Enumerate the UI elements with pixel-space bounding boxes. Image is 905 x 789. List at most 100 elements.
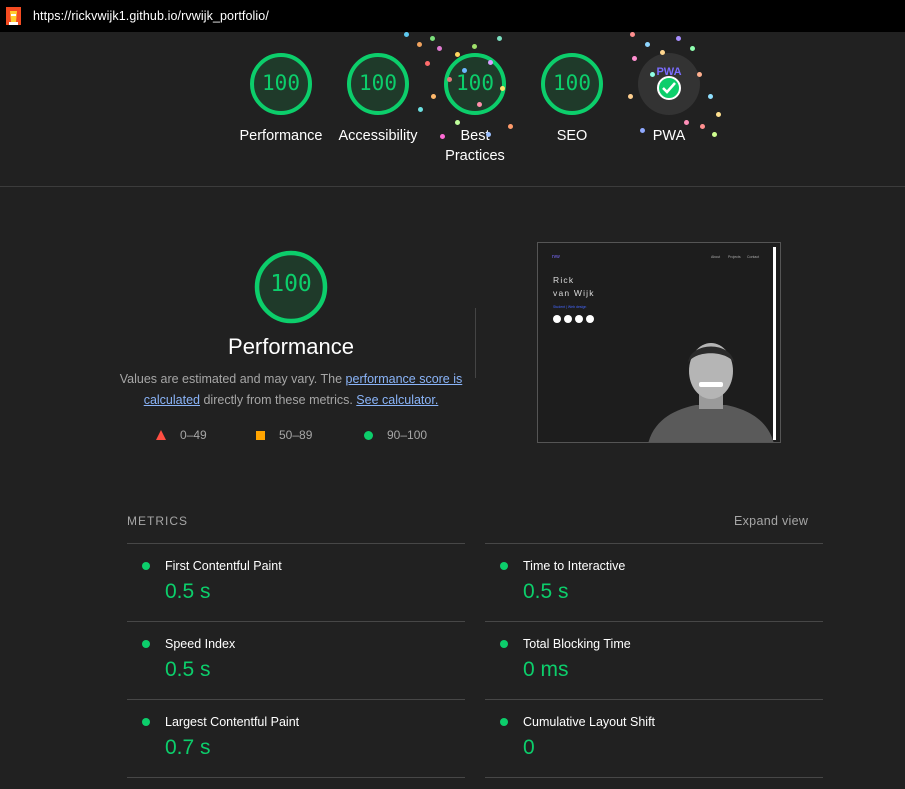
circle-icon	[364, 430, 373, 440]
confetti-dot	[500, 86, 505, 91]
pass-circle-icon	[500, 718, 508, 726]
gauge-score: 100	[456, 71, 494, 95]
confetti-dot	[488, 60, 493, 65]
desc-text: Values are estimated and may vary. The	[119, 372, 346, 386]
metric-cumulative-layout-shift: Cumulative Layout Shift 0	[485, 700, 823, 778]
metric-name: First Contentful Paint	[165, 559, 282, 573]
gauge-seo[interactable]: 100 SEO	[517, 32, 627, 146]
phone-icon	[586, 315, 594, 323]
confetti-dot	[440, 134, 445, 139]
metrics-heading: METRICS	[127, 514, 188, 528]
confetti-dot	[462, 68, 467, 73]
confetti-dot	[455, 120, 460, 125]
legend-fail: 0–49	[156, 428, 207, 442]
gauge-pwa[interactable]: PWA PWA	[614, 32, 724, 146]
legend-label: 0–49	[180, 428, 207, 442]
pass-circle-icon	[500, 640, 508, 648]
section-divider	[0, 186, 905, 187]
metric-value: 0 ms	[523, 658, 569, 681]
confetti-dot	[477, 102, 482, 107]
site-nav-item: Contact	[747, 255, 760, 259]
confetti-dot	[697, 72, 702, 77]
confetti-dot	[437, 46, 442, 51]
confetti-dot	[418, 107, 423, 112]
legend-average: 50–89	[256, 428, 312, 442]
final-screenshot[interactable]: rvw About Projects Contact Rick van Wijk…	[537, 242, 781, 443]
gauge-score: 100	[553, 71, 591, 95]
metric-name: Time to Interactive	[523, 559, 626, 573]
scrollbar	[773, 247, 776, 440]
confetti-dot	[676, 36, 681, 41]
confetti-dot	[650, 72, 655, 77]
metric-name: Cumulative Layout Shift	[523, 715, 656, 729]
confetti-dot	[417, 42, 422, 47]
linkedin-icon	[564, 315, 572, 323]
gauge-label: Accessibility	[338, 128, 418, 144]
metric-name: Largest Contentful Paint	[165, 715, 300, 729]
lighthouse-icon	[6, 7, 21, 25]
gauge-performance[interactable]: 100 Performance	[226, 32, 336, 146]
confetti-dot	[486, 132, 491, 137]
site-name: Rick van Wijk	[553, 274, 595, 300]
confetti-dot	[497, 36, 502, 41]
metric-total-blocking-time: Total Blocking Time 0 ms	[485, 622, 823, 700]
pass-circle-icon	[142, 640, 150, 648]
site-nav-item: Projects	[728, 255, 741, 259]
github-icon	[553, 315, 561, 323]
confetti-dot	[690, 46, 695, 51]
confetti-dot	[430, 36, 435, 41]
score-gauges: 100 Performance 100 Accessibility 100 Be…	[0, 32, 905, 186]
confetti-dot	[404, 32, 409, 37]
vertical-divider	[475, 308, 476, 378]
confetti-dot	[630, 32, 635, 37]
gauge-label: Best Practices	[445, 128, 505, 164]
confetti-dot	[712, 132, 717, 137]
confetti-dot	[431, 94, 436, 99]
pass-circle-icon	[142, 562, 150, 570]
url-text[interactable]: https://rickvwijk1.github.io/rvwijk_port…	[33, 9, 269, 23]
expand-view-button[interactable]: Expand view	[734, 514, 808, 528]
confetti-dot	[716, 112, 721, 117]
confetti-dot	[447, 77, 452, 82]
gauge-accessibility[interactable]: 100 Accessibility	[323, 32, 433, 146]
confetti-dot	[628, 94, 633, 99]
confetti-dot	[640, 128, 645, 133]
metric-name: Total Blocking Time	[523, 637, 631, 651]
metric-name: Speed Index	[165, 637, 236, 651]
pwa-badge-icon: PWA	[638, 53, 700, 115]
triangle-icon	[156, 430, 166, 440]
confetti-dot	[708, 94, 713, 99]
gauge-best-practices[interactable]: 100 Best Practices	[420, 32, 530, 166]
desc-text: directly from these metrics.	[200, 393, 357, 407]
url-bar: https://rickvwijk1.github.io/rvwijk_port…	[0, 0, 905, 32]
gauge-label: PWA	[652, 128, 686, 144]
legend-label: 50–89	[279, 428, 313, 442]
pass-circle-icon	[142, 718, 150, 726]
gauge-label: SEO	[556, 128, 588, 144]
site-logo: rvw	[552, 254, 560, 260]
confetti-dot	[425, 61, 430, 66]
metric-time-to-interactive: Time to Interactive 0.5 s	[485, 544, 823, 622]
mail-icon	[575, 315, 583, 323]
see-calculator-link[interactable]: See calculator.	[356, 393, 438, 407]
metric-value: 0.5 s	[523, 580, 569, 603]
legend-pass: 90–100	[364, 428, 427, 442]
confetti-dot	[455, 52, 460, 57]
confetti-dot	[508, 124, 513, 129]
gauge-score: 100	[359, 71, 397, 95]
confetti-dot	[700, 124, 705, 129]
confetti-dot	[660, 50, 665, 55]
confetti-dot	[684, 120, 689, 125]
site-social-icons	[553, 315, 594, 323]
site-name-line: Rick	[553, 275, 575, 285]
site-nav-item: About	[711, 255, 721, 259]
square-icon	[256, 430, 265, 440]
performance-score: 100	[270, 271, 312, 297]
gauge-score: 100	[262, 71, 300, 95]
metric-first-contentful-paint: First Contentful Paint 0.5 s	[127, 544, 465, 622]
metric-value: 0	[523, 736, 535, 759]
pass-circle-icon	[500, 562, 508, 570]
confetti-dot	[472, 44, 477, 49]
performance-description: Values are estimated and may vary. The p…	[118, 369, 464, 411]
site-subtitle: Student | Web design	[553, 305, 587, 309]
